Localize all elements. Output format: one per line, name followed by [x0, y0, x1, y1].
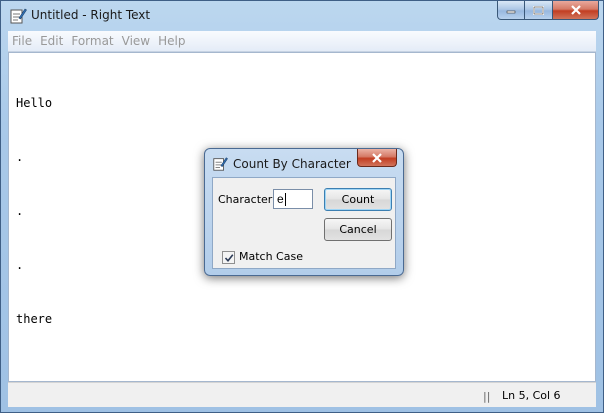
notepad-pencil-icon — [213, 157, 228, 171]
editor-line: Hello — [16, 96, 53, 110]
editor-content: Hello . . . there — [16, 58, 59, 364]
maximize-button[interactable] — [525, 1, 553, 20]
editor-line: there — [16, 312, 53, 326]
maximize-icon — [533, 5, 544, 15]
editor-line: . — [16, 258, 24, 272]
text-caret — [284, 193, 286, 207]
notepad-pencil-icon — [10, 8, 27, 24]
cancel-button[interactable]: Cancel — [324, 218, 392, 241]
menu-help[interactable]: Help — [154, 34, 189, 48]
character-label: Character: — [218, 193, 276, 206]
minimize-button[interactable] — [497, 1, 525, 20]
close-icon — [570, 5, 581, 15]
close-icon — [372, 152, 382, 163]
checkmark-icon — [224, 253, 233, 262]
menu-format[interactable]: Format — [67, 34, 117, 48]
menu-edit[interactable]: Edit — [36, 34, 67, 48]
character-input[interactable]: e — [273, 189, 313, 209]
dialog-body: Character: e Count Cancel Match Case — [212, 177, 396, 269]
dialog-title: Count By Character — [233, 157, 351, 171]
minimize-icon — [506, 10, 516, 14]
dialog-close-button[interactable] — [357, 149, 397, 167]
match-case-checkbox[interactable] — [222, 251, 235, 264]
count-button[interactable]: Count — [324, 188, 392, 211]
status-bar: || Ln 5, Col 6 — [8, 382, 596, 407]
menu-bar: File Edit Format View Help — [8, 31, 596, 52]
editor-line: . — [16, 150, 24, 164]
character-value: e — [277, 192, 284, 206]
menu-file[interactable]: File — [8, 34, 36, 48]
window-title: Untitled - Right Text — [31, 8, 151, 22]
count-dialog: Count By Character Character: e Count Ca… — [204, 148, 404, 276]
editor-line: . — [16, 204, 24, 218]
cursor-position: Ln 5, Col 6 — [502, 389, 561, 402]
menu-view[interactable]: View — [118, 34, 154, 48]
close-button[interactable] — [553, 1, 599, 20]
caption-buttons — [497, 1, 599, 21]
status-separator: || — [483, 390, 491, 403]
title-bar[interactable]: Untitled - Right Text — [1, 1, 603, 31]
match-case-label[interactable]: Match Case — [239, 250, 303, 263]
